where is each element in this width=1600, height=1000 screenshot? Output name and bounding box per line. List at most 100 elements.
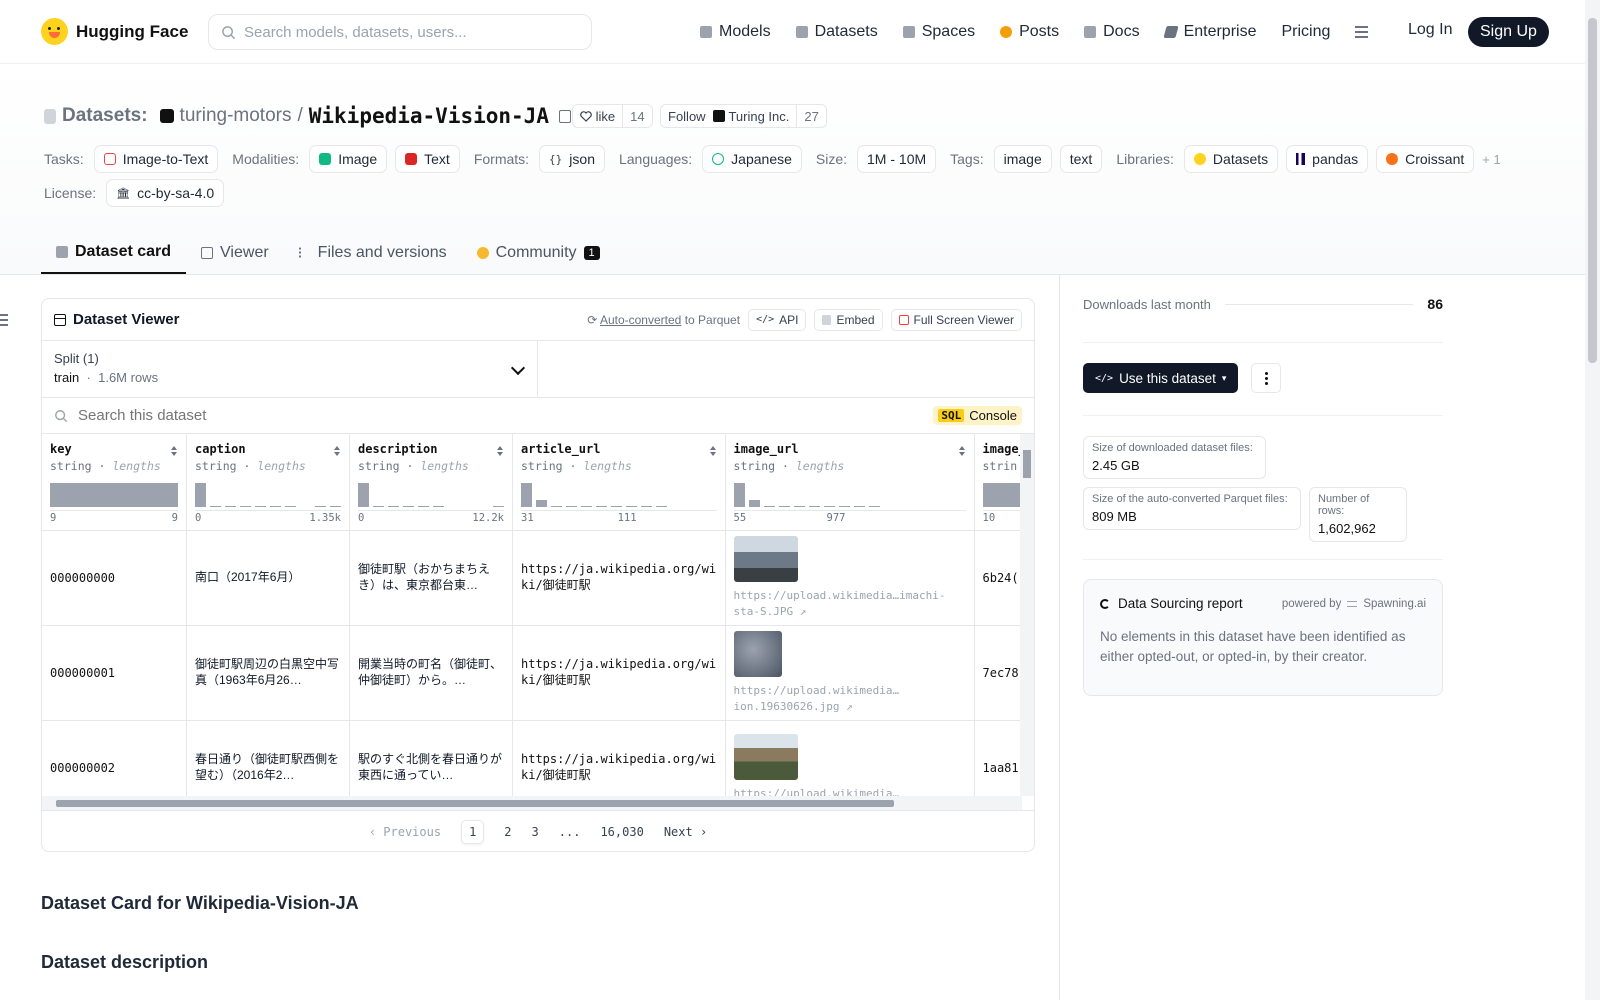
hist-min: 0 bbox=[195, 512, 202, 524]
bank-icon: 🏛 bbox=[116, 187, 131, 200]
pandas-icon bbox=[1296, 153, 1306, 165]
code-icon: </> bbox=[1095, 372, 1114, 384]
column-header-description[interactable]: description string · lengths 0 12.2k bbox=[349, 434, 513, 531]
image-thumbnail[interactable] bbox=[733, 631, 782, 678]
tag-format[interactable]: {} json bbox=[539, 145, 605, 173]
page-last[interactable]: 16,030 bbox=[600, 825, 643, 839]
sort-icon[interactable] bbox=[958, 446, 966, 456]
global-search[interactable] bbox=[208, 14, 592, 50]
org-avatar bbox=[712, 110, 725, 122]
search-icon bbox=[55, 409, 68, 422]
nav-pricing[interactable]: Pricing bbox=[1281, 23, 1330, 41]
cell-caption[interactable]: 南口（2017年6月） bbox=[186, 530, 350, 626]
scrollbar-thumb[interactable] bbox=[1023, 450, 1031, 478]
next-page-button[interactable]: Next › bbox=[664, 825, 707, 839]
dataset-search[interactable]: SQL Console bbox=[42, 398, 1034, 434]
toc-toggle[interactable] bbox=[0, 303, 8, 326]
column-header-article-url[interactable]: article_url string · lengths 31 111 bbox=[512, 434, 726, 531]
nav-datasets[interactable]: Datasets bbox=[795, 23, 878, 41]
login-link[interactable]: Log In bbox=[1408, 21, 1452, 39]
page-1[interactable]: 1 bbox=[461, 820, 485, 844]
tag-text[interactable]: text bbox=[1059, 145, 1103, 173]
split-selector[interactable]: Split (1) train · 1.6M rows bbox=[42, 341, 538, 397]
tab-dataset-card[interactable]: Dataset card bbox=[41, 232, 187, 274]
page-scrollbar[interactable] bbox=[1585, 0, 1600, 1000]
sql-console-button[interactable]: SQL Console bbox=[933, 406, 1022, 425]
tag-lib-datasets[interactable]: Datasets bbox=[1183, 145, 1279, 173]
scrollbar-thumb[interactable] bbox=[56, 800, 894, 807]
tab-files[interactable]: Files and versions bbox=[284, 232, 462, 274]
data-table-container[interactable]: key string · lengths 99 caption string ·… bbox=[42, 434, 1034, 810]
tag-label: cc-by-sa-4.0 bbox=[137, 185, 215, 201]
cell-image-url[interactable]: https://upload.wikimedia…imachi-sta-S.JP… bbox=[725, 530, 975, 626]
cell-caption[interactable]: 御徒町駅周辺の白黒空中写真（1963年6月26… bbox=[186, 625, 350, 721]
cell-description[interactable]: 御徒町駅（おかちまちえき）は、東京都台東… bbox=[349, 530, 513, 626]
sort-icon[interactable] bbox=[497, 446, 504, 456]
vertical-scrollbar[interactable] bbox=[1020, 434, 1034, 796]
like-button[interactable]: like 14 bbox=[572, 104, 653, 128]
column-header-key[interactable]: key string · lengths 99 bbox=[42, 434, 187, 531]
table-row[interactable]: 000000001 御徒町駅周辺の白黒空中写真（1963年6月26… 開業当時の… bbox=[42, 625, 1034, 721]
image-thumbnail[interactable] bbox=[733, 536, 798, 583]
api-button[interactable]: </> API bbox=[748, 308, 807, 331]
repo-name[interactable]: Wikipedia-Vision-JA bbox=[309, 104, 549, 128]
embed-button[interactable]: Embed bbox=[814, 308, 883, 331]
nav-label: Posts bbox=[1019, 23, 1060, 40]
column-header-image-url[interactable]: image_url string · lengths 55 977 bbox=[725, 434, 975, 531]
search-input[interactable] bbox=[244, 23, 564, 41]
sort-icon[interactable] bbox=[709, 446, 717, 456]
org-link[interactable]: turing-motors bbox=[180, 105, 292, 127]
column-header-caption[interactable]: caption string · lengths 0 1.35k bbox=[186, 434, 350, 531]
card-subheading: Dataset description bbox=[41, 952, 209, 972]
page-2[interactable]: 2 bbox=[504, 825, 511, 839]
image-thumbnail[interactable] bbox=[733, 733, 798, 780]
dataset-search-input[interactable] bbox=[78, 407, 924, 424]
full-screen-button[interactable]: Full Screen Viewer bbox=[890, 308, 1022, 331]
use-dataset-button[interactable]: </> Use this dataset ▾ bbox=[1083, 363, 1239, 393]
cell-description[interactable]: 開業当時の町名（御徒町、仲御徒町）から。… bbox=[349, 625, 513, 721]
tag-size[interactable]: 1M - 10M bbox=[857, 145, 937, 173]
image-url-link[interactable]: https://upload.wikimedia…imachi-sta-S.JP… bbox=[734, 588, 966, 619]
section-label[interactable]: Datasets: bbox=[62, 105, 148, 127]
follow-button[interactable]: Follow Turing Inc. 27 bbox=[660, 104, 827, 128]
table-row[interactable]: 000000000 南口（2017年6月） 御徒町駅（おかちまちえき）は、東京都… bbox=[42, 530, 1034, 626]
tag-modality-text[interactable]: Text bbox=[395, 145, 460, 173]
brand-logo[interactable]: Hugging Face bbox=[41, 18, 188, 45]
more-libraries[interactable]: + 1 bbox=[1482, 152, 1500, 167]
next-label: Next bbox=[663, 825, 693, 839]
tag-lib-croissant[interactable]: Croissant bbox=[1376, 145, 1475, 173]
prev-page-button[interactable]: ‹ Previous bbox=[369, 825, 441, 839]
more-options-button[interactable] bbox=[1251, 363, 1281, 393]
cell-article-url[interactable]: https://ja.wikipedia.org/wiki/御徒町駅 bbox=[512, 530, 726, 626]
tag-image[interactable]: image bbox=[993, 145, 1052, 173]
tag-license[interactable]: 🏛 cc-by-sa-4.0 bbox=[106, 179, 225, 207]
tag-lib-pandas[interactable]: pandas bbox=[1286, 145, 1369, 173]
scrollbar-thumb[interactable] bbox=[1588, 18, 1597, 363]
page-3[interactable]: 3 bbox=[532, 825, 539, 839]
cell-article-url[interactable]: https://ja.wikipedia.org/wiki/御徒町駅 bbox=[512, 625, 726, 721]
tab-community[interactable]: Community 1 bbox=[462, 232, 615, 274]
cell-key[interactable]: 000000001 bbox=[42, 625, 187, 721]
signup-button[interactable]: Sign Up bbox=[1468, 17, 1549, 47]
cell-image-url[interactable]: https://upload.wikimedia…ion.19630626.jp… bbox=[725, 625, 975, 721]
nav-more-menu[interactable] bbox=[1355, 26, 1369, 38]
auto-converted-link[interactable]: Auto-converted bbox=[600, 313, 681, 327]
nav-models[interactable]: Models bbox=[700, 23, 771, 41]
auto-converted-note[interactable]: ⟳ Auto-converted to Parquet bbox=[587, 313, 740, 327]
tag-modality-image[interactable]: Image bbox=[309, 145, 388, 173]
tag-language[interactable]: Japanese bbox=[702, 145, 802, 173]
nav-posts[interactable]: Posts bbox=[1000, 23, 1059, 41]
cell-key[interactable]: 000000000 bbox=[42, 530, 187, 626]
sort-icon[interactable] bbox=[334, 446, 341, 456]
spawning-link[interactable]: Spawning.ai bbox=[1363, 598, 1426, 610]
nav-spaces[interactable]: Spaces bbox=[902, 23, 975, 41]
copy-icon[interactable] bbox=[558, 109, 571, 123]
sort-icon[interactable] bbox=[171, 446, 178, 456]
nav-label: Pricing bbox=[1281, 23, 1331, 40]
nav-docs[interactable]: Docs bbox=[1084, 23, 1140, 41]
horizontal-scrollbar[interactable] bbox=[42, 796, 1022, 810]
image-url-link[interactable]: https://upload.wikimedia…ion.19630626.jp… bbox=[734, 683, 966, 714]
tab-viewer[interactable]: Viewer bbox=[186, 232, 284, 274]
tag-task[interactable]: Image-to-Text bbox=[93, 145, 219, 173]
nav-enterprise[interactable]: Enterprise bbox=[1162, 23, 1256, 41]
